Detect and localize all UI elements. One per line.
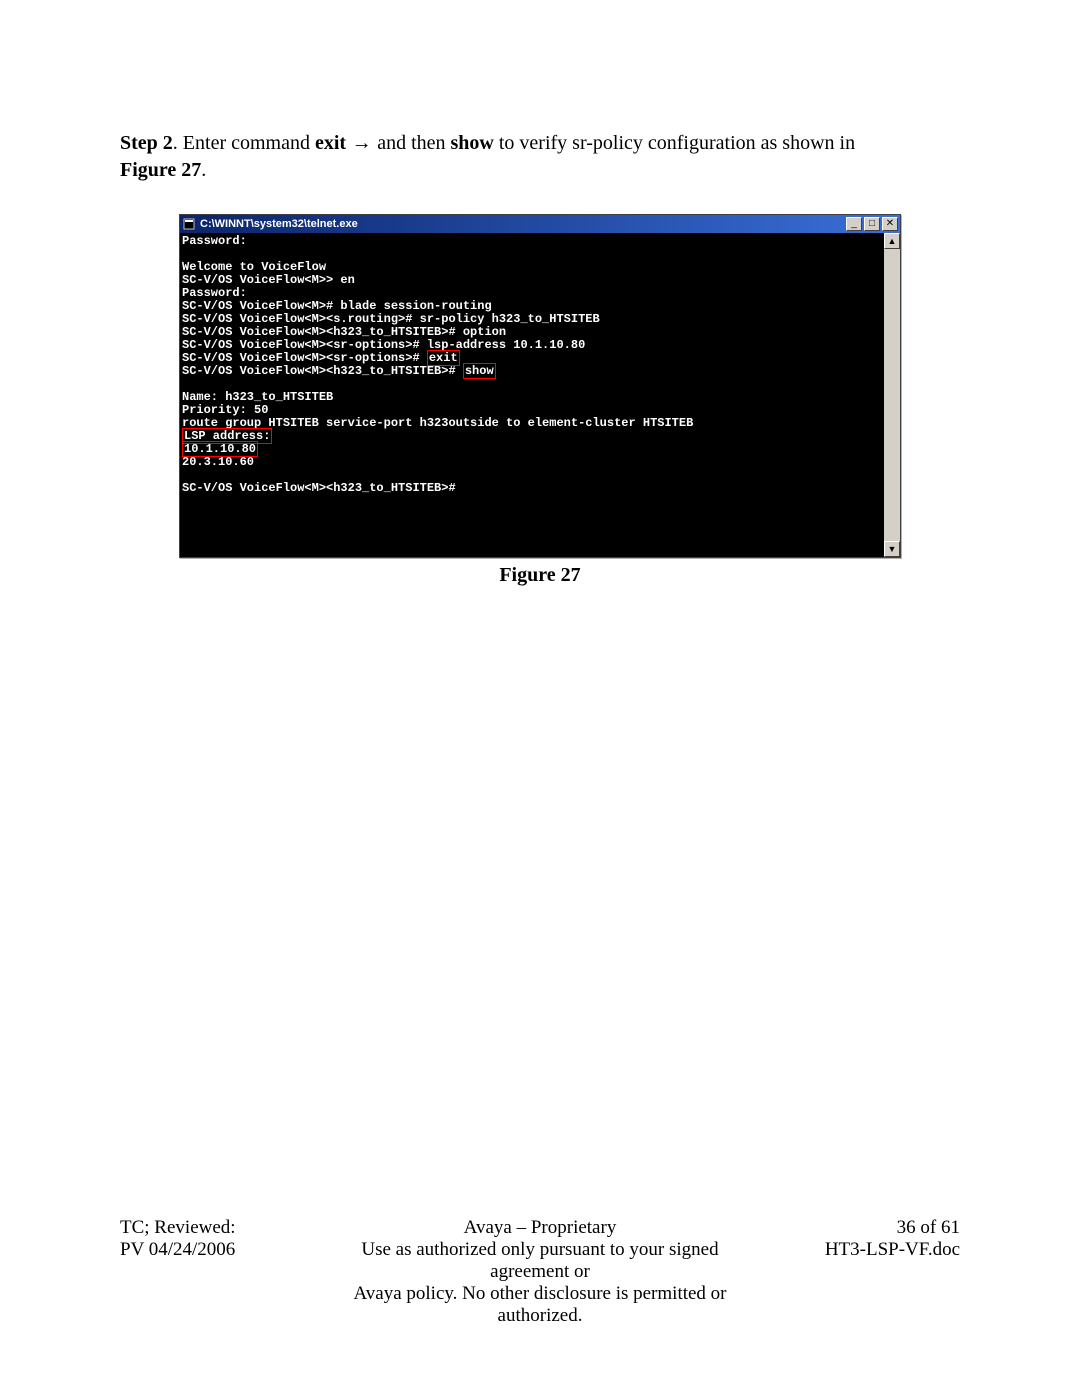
line: SC-V/OS VoiceFlow<M>> en (182, 273, 355, 287)
scroll-down-icon: ▼ (888, 544, 897, 554)
line: SC-V/OS VoiceFlow<M><s.routing># sr-poli… (182, 312, 600, 326)
footer-left-3 (120, 1283, 320, 1327)
line: SC-V/OS VoiceFlow<M><h323_to_HTSITEB># o… (182, 325, 506, 339)
figure-caption: Figure 27 (120, 564, 960, 587)
telnet-window: C:\WINNT\system32\telnet.exe _ □ ✕ Passw… (179, 214, 901, 558)
line: Welcome to VoiceFlow (182, 260, 326, 274)
footer-right-1: 36 of 61 (760, 1217, 960, 1239)
minimize-button[interactable]: _ (846, 217, 862, 231)
cmd-show: show (451, 132, 494, 154)
scroll-up-icon: ▲ (888, 236, 897, 246)
window-title: C:\WINNT\system32\telnet.exe (200, 218, 846, 230)
text-c: to verify sr-policy configuration as sho… (494, 132, 855, 154)
line: SC-V/OS VoiceFlow<M><h323_to_HTSITEB># (182, 481, 456, 495)
figure-ref: Figure 27 (120, 159, 201, 181)
footer-center-2: Use as authorized only pursuant to your … (320, 1239, 760, 1283)
footer-left-2: PV 04/24/2006 (120, 1239, 320, 1283)
line: SC-V/OS VoiceFlow<M><sr-options># lsp-ad… (182, 338, 585, 352)
line: Name: h323_to_HTSITEB (182, 390, 333, 404)
close-icon: ✕ (886, 219, 894, 229)
scroll-up-button[interactable]: ▲ (884, 233, 900, 249)
text-a: . Enter command (173, 132, 315, 154)
scroll-down-button[interactable]: ▼ (884, 541, 900, 557)
line: SC-V/OS VoiceFlow<M># blade session-rout… (182, 299, 492, 313)
scrollbar[interactable]: ▲ ▼ (884, 233, 900, 557)
line: 20.3.10.60 (182, 455, 254, 469)
footer-center-3: Avaya policy. No other disclosure is per… (320, 1283, 760, 1327)
close-button[interactable]: ✕ (882, 217, 898, 231)
footer-center-1: Avaya – Proprietary (320, 1217, 760, 1239)
terminal-output: Password: Welcome to VoiceFlow SC-V/OS V… (180, 233, 884, 557)
text-b: and then (377, 132, 450, 154)
maximize-icon: □ (869, 219, 875, 229)
line: Password: (182, 234, 247, 248)
minimize-icon: _ (851, 219, 857, 229)
highlight-show: show (463, 363, 496, 379)
period: . (201, 159, 206, 181)
line: SC-V/OS VoiceFlow<M><h323_to_HTSITEB># (182, 364, 463, 378)
maximize-button[interactable]: □ (864, 217, 880, 231)
footer-right-2: HT3-LSP-VF.doc (760, 1239, 960, 1283)
step-instruction: Step 2. Enter command exit → and then sh… (120, 130, 960, 184)
arrow-icon: → (346, 132, 377, 154)
app-icon (182, 217, 196, 231)
cmd-exit: exit (315, 132, 346, 154)
scroll-track[interactable] (884, 249, 900, 541)
line: Password: (182, 286, 247, 300)
window-controls: _ □ ✕ (846, 217, 898, 231)
step-label: Step 2 (120, 132, 173, 154)
line: Priority: 50 (182, 403, 268, 417)
footer-right-3 (760, 1283, 960, 1327)
line: SC-V/OS VoiceFlow<M><sr-options># (182, 351, 427, 365)
titlebar: C:\WINNT\system32\telnet.exe _ □ ✕ (180, 215, 900, 233)
page-footer: TC; Reviewed: Avaya – Proprietary 36 of … (120, 1217, 960, 1327)
footer-left-1: TC; Reviewed: (120, 1217, 320, 1239)
